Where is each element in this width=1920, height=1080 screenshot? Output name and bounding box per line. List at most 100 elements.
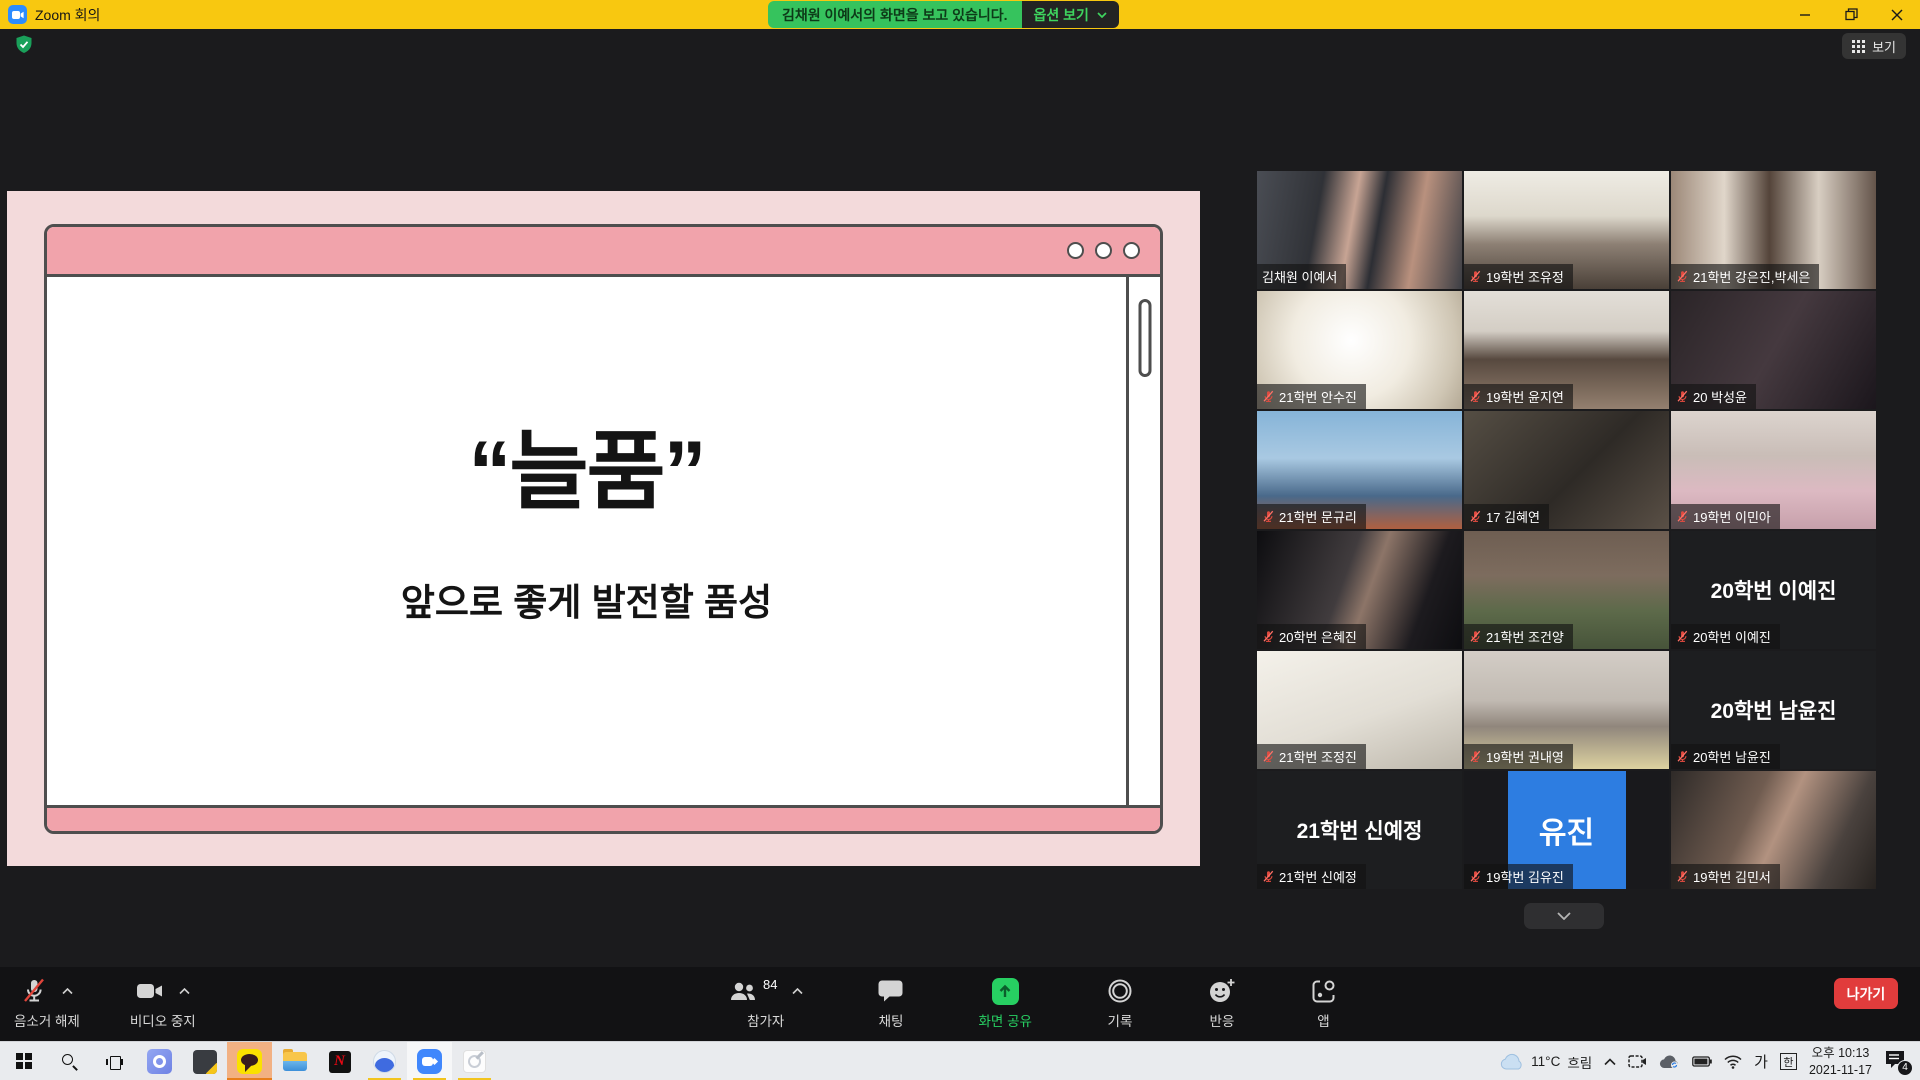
- reactions-button[interactable]: 반응: [1208, 974, 1236, 1030]
- participant-tile[interactable]: 19학번 이민아: [1671, 411, 1876, 529]
- muted-mic-icon: [1262, 510, 1275, 523]
- wifi-icon[interactable]: [1724, 1055, 1742, 1069]
- share-screen-button[interactable]: 화면 공유: [979, 974, 1032, 1030]
- participant-tile[interactable]: 19학번 김민서: [1671, 771, 1876, 889]
- participant-tile[interactable]: 19학번 권내영: [1464, 651, 1669, 769]
- unmute-label: 음소거 해제: [14, 1010, 80, 1030]
- tray-camera-icon[interactable]: [1628, 1054, 1647, 1069]
- grid-scroll-down-button[interactable]: [1524, 903, 1604, 929]
- participant-tile[interactable]: 20학번 은혜진: [1257, 531, 1462, 649]
- zoom-meeting-window: Zoom 회의 김채원 이예서의 화면을 보고 있습니다. 옵션 보기 보기: [0, 0, 1920, 1080]
- leave-meeting-button[interactable]: 나가기: [1834, 978, 1898, 1009]
- view-options-button[interactable]: 옵션 보기: [1022, 1, 1119, 28]
- ime-mode-indicator[interactable]: 가: [1754, 1051, 1768, 1072]
- participant-tile[interactable]: 21학번 문규리: [1257, 411, 1462, 529]
- video-camera-icon: [136, 981, 164, 1001]
- muted-mic-icon: [1676, 390, 1689, 403]
- window-title: Zoom 회의: [35, 5, 100, 25]
- apps-label: 앱: [1317, 1010, 1329, 1030]
- participant-name: 20 박성윤: [1693, 387, 1747, 406]
- slide-browser-window: “늘품” 앞으로 좋게 발전할 품성: [44, 224, 1163, 834]
- participant-tile[interactable]: 20학번 남윤진 20학번 남윤진: [1671, 651, 1876, 769]
- close-button[interactable]: [1874, 0, 1920, 29]
- participants-button[interactable]: 84 참가자: [728, 974, 803, 1030]
- chevron-down-icon: [1097, 12, 1107, 18]
- ime-language-indicator[interactable]: 한: [1780, 1053, 1797, 1070]
- taskbar-app-start[interactable]: [2, 1042, 47, 1080]
- record-icon: [1107, 978, 1133, 1004]
- taskbar-app-task-view[interactable]: [92, 1042, 137, 1080]
- participant-name-label: 19학번 김유진: [1464, 864, 1573, 889]
- stop-video-button[interactable]: 비디오 중지: [130, 974, 196, 1030]
- participant-name-label: 21학번 신예정: [1257, 864, 1366, 889]
- taskbar-app-honeycam[interactable]: [452, 1042, 497, 1080]
- mic-options-chevron-icon[interactable]: [62, 988, 73, 995]
- taskbar-apps: [2, 1042, 497, 1080]
- tray-chevron-up-icon[interactable]: [1604, 1058, 1616, 1066]
- taskbar-app-kakaotalk[interactable]: [227, 1042, 272, 1080]
- shared-screen: “늘품” 앞으로 좋게 발전할 품성: [7, 191, 1200, 866]
- notepad-icon: [193, 1050, 217, 1074]
- chat-button[interactable]: 채팅: [878, 974, 903, 1030]
- clock-date: 2021-11-17: [1809, 1062, 1872, 1078]
- taskbar-clock[interactable]: 오후 10:13 2021-11-17: [1809, 1045, 1872, 1078]
- participant-name-label: 김채원 이예서: [1257, 264, 1346, 289]
- view-button[interactable]: 보기: [1842, 33, 1906, 59]
- participant-name-label: 20학번 남윤진: [1671, 744, 1780, 769]
- taskbar-app-netflix[interactable]: [317, 1042, 362, 1080]
- participant-tile[interactable]: 17 김혜연: [1464, 411, 1669, 529]
- battery-icon[interactable]: [1692, 1056, 1712, 1067]
- taskbar-app-whale[interactable]: [362, 1042, 407, 1080]
- unmute-button[interactable]: 음소거 해제: [14, 974, 80, 1030]
- share-screen-label: 화면 공유: [979, 1010, 1032, 1030]
- onedrive-icon[interactable]: [1659, 1055, 1680, 1069]
- participant-tile[interactable]: 20 박성윤: [1671, 291, 1876, 409]
- settings-app-icon: [147, 1049, 172, 1074]
- muted-mic-icon: [1469, 630, 1482, 643]
- grid-view-icon: [1852, 40, 1865, 53]
- slide-window-footer: [47, 805, 1160, 831]
- window-circle-icon: [1123, 242, 1140, 259]
- taskbar-app-zoom[interactable]: [407, 1042, 452, 1080]
- weather-widget[interactable]: 11°C 흐림: [1500, 1052, 1592, 1072]
- participant-tile[interactable]: 21학번 조건양: [1464, 531, 1669, 649]
- participant-tile[interactable]: 21학번 조정진: [1257, 651, 1462, 769]
- minimize-button[interactable]: [1782, 0, 1828, 29]
- chat-label: 채팅: [879, 1010, 904, 1030]
- participants-label: 참가자: [747, 1010, 784, 1030]
- security-shield-icon[interactable]: [15, 35, 33, 60]
- taskbar-app-settings-app[interactable]: [137, 1042, 182, 1080]
- participant-name: 19학번 이민아: [1693, 507, 1771, 526]
- participant-name: 20학번 이예진: [1693, 627, 1771, 646]
- muted-mic-icon: [1469, 870, 1482, 883]
- participant-name: 19학번 조유정: [1486, 267, 1564, 286]
- participant-name-label: 19학번 윤지연: [1464, 384, 1573, 409]
- participant-tile[interactable]: 김채원 이예서: [1257, 171, 1462, 289]
- participant-tile[interactable]: 19학번 조유정: [1464, 171, 1669, 289]
- participant-tile[interactable]: 21학번 신예정 21학번 신예정: [1257, 771, 1462, 889]
- stop-video-label: 비디오 중지: [130, 1010, 196, 1030]
- participant-tile[interactable]: 21학번 강은진,박세은: [1671, 171, 1876, 289]
- participant-tile[interactable]: 19학번 윤지연: [1464, 291, 1669, 409]
- participants-icon: [728, 979, 758, 1003]
- taskbar-app-search[interactable]: [47, 1042, 92, 1080]
- participants-chevron-icon[interactable]: [792, 988, 803, 995]
- muted-mic-icon: [1469, 390, 1482, 403]
- record-button[interactable]: 기록: [1107, 974, 1133, 1030]
- muted-mic-icon: [1676, 510, 1689, 523]
- participant-name: 17 김혜연: [1486, 507, 1540, 526]
- action-center-button[interactable]: 4: [1884, 1050, 1910, 1074]
- taskbar-app-notepad[interactable]: [182, 1042, 227, 1080]
- participant-tile[interactable]: 20학번 이예진 20학번 이예진: [1671, 531, 1876, 649]
- participant-tile[interactable]: 유진 19학번 김유진: [1464, 771, 1669, 889]
- participant-tile[interactable]: 21학번 안수진: [1257, 291, 1462, 409]
- apps-button[interactable]: 앱: [1311, 974, 1336, 1030]
- taskbar-app-explorer[interactable]: [272, 1042, 317, 1080]
- maximize-button[interactable]: [1828, 0, 1874, 29]
- participant-name: 21학번 강은진,박세은: [1693, 267, 1810, 286]
- muted-mic-icon: [21, 977, 47, 1005]
- weather-temp: 11°C: [1531, 1054, 1560, 1069]
- video-options-chevron-icon[interactable]: [179, 988, 190, 995]
- slide-scrollbar-thumb[interactable]: [1138, 299, 1151, 377]
- participant-name-label: 21학번 안수진: [1257, 384, 1366, 409]
